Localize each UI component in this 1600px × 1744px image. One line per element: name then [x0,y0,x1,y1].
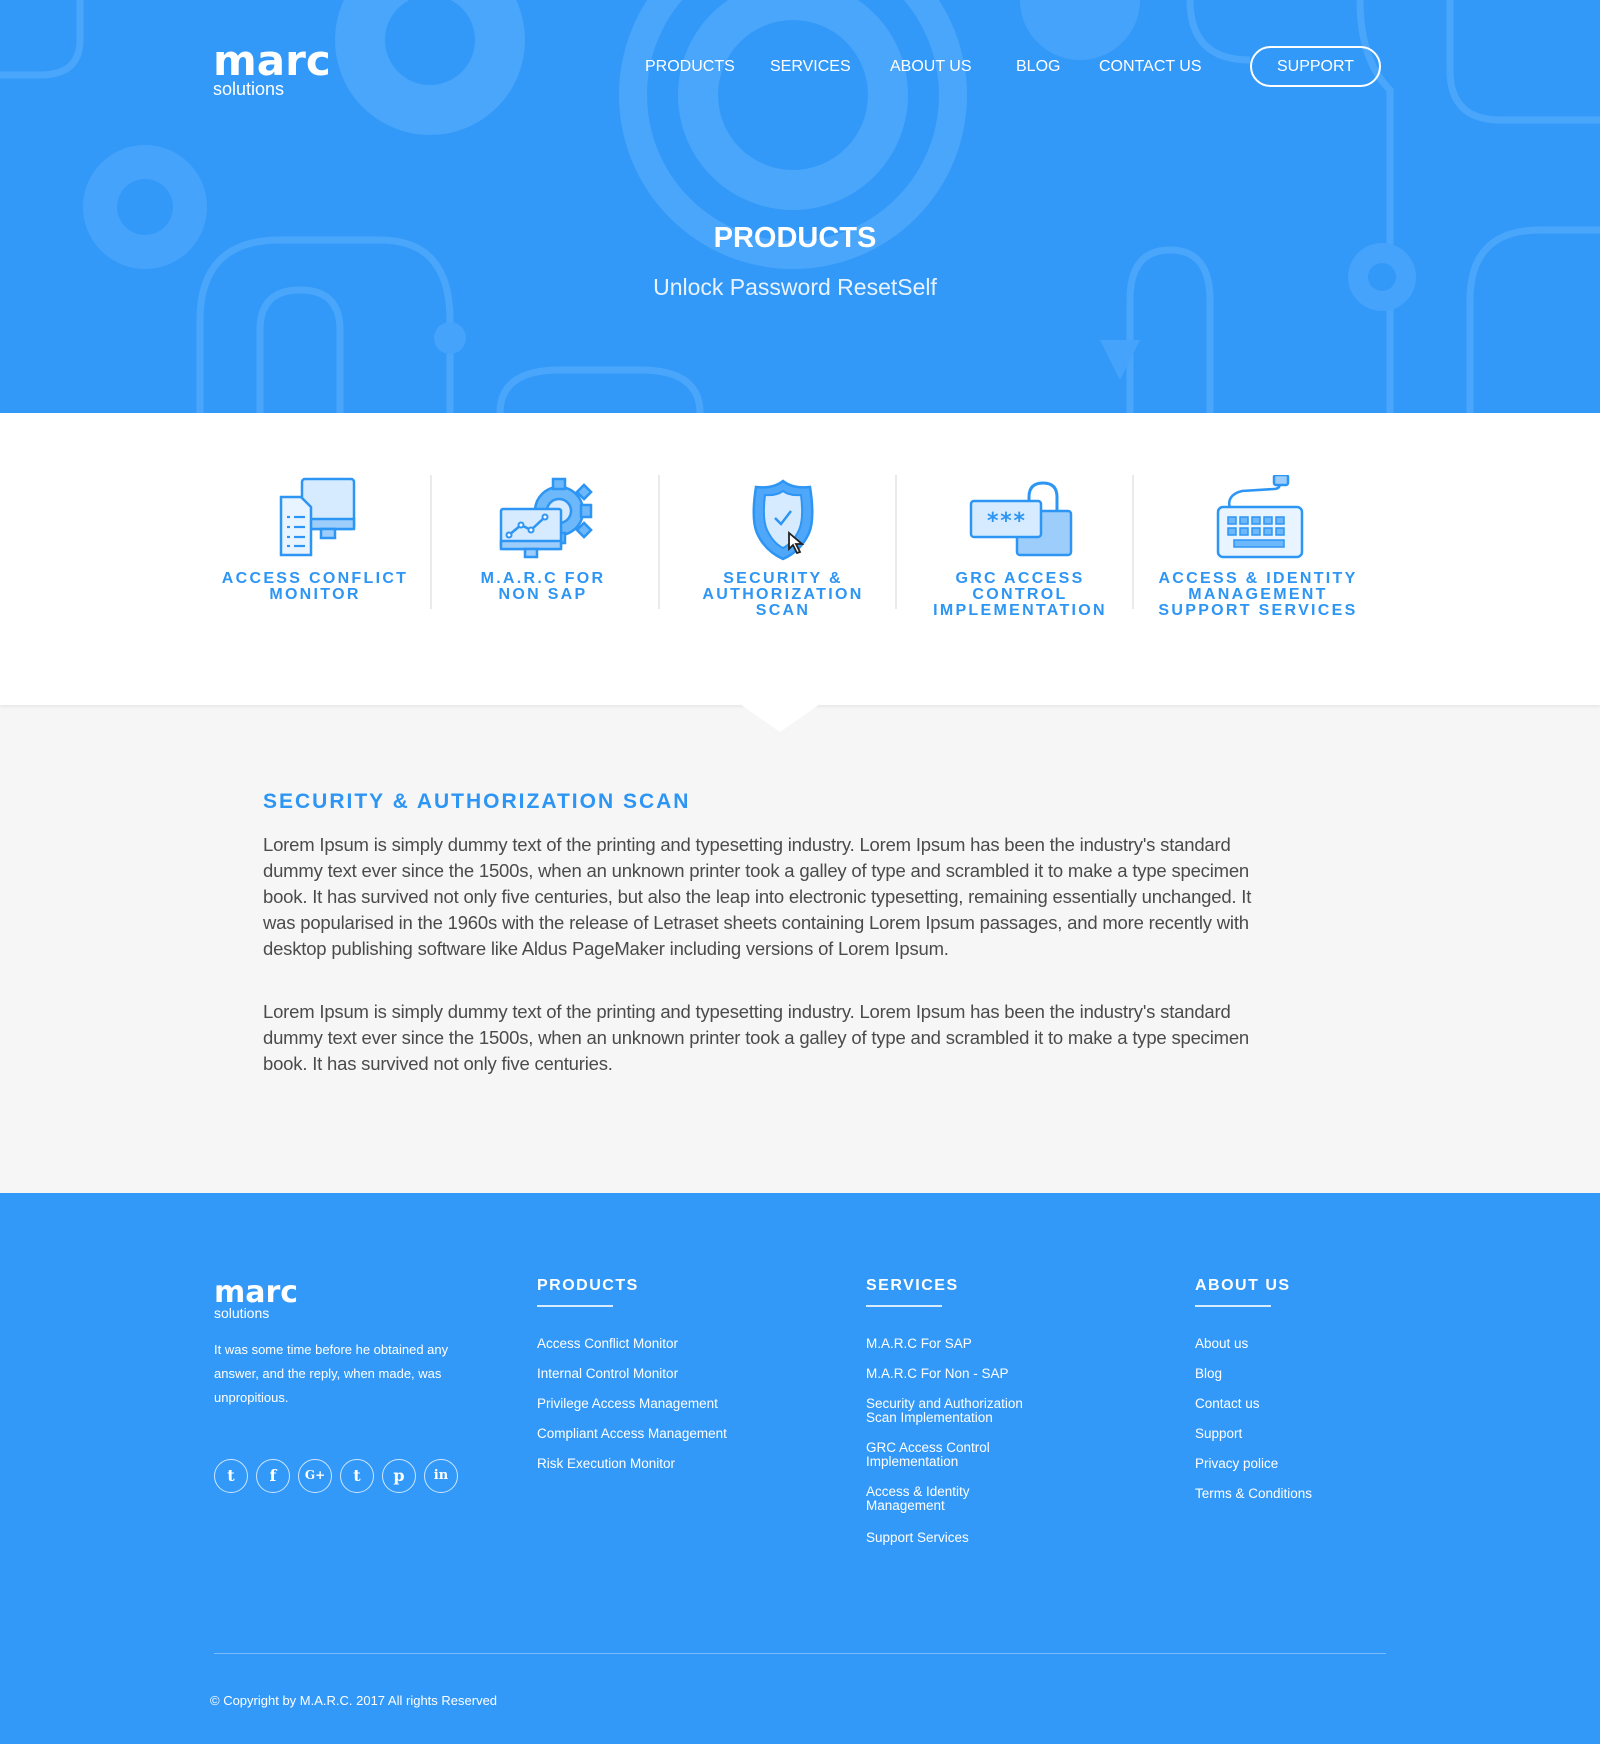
shield-check-icon [752,479,814,561]
nav-blog[interactable]: BLOG [1016,58,1060,76]
twitter-icon[interactable]: t [214,1459,248,1493]
copyright-text: © Copyright by M.A.R.C. 2017 All rights … [210,1693,498,1708]
support-button[interactable]: SUPPORT [1250,46,1381,87]
logo-mark: marc [214,1275,299,1310]
product-security-authorization-scan[interactable]: SECURITY & AUTHORIZATION SCAN [683,475,883,619]
footer-products-column: PRODUCTS Access Conflict Monitor Interna… [537,1277,727,1471]
product-label-line: GRC ACCESS [955,570,1085,587]
product-label-line: MONITOR [269,586,361,603]
product-label-line: M.A.R.C FOR [480,570,606,587]
footer-link[interactable]: Contact us [1195,1397,1395,1411]
password-lock-icon: *** [969,481,1073,557]
footer-link[interactable]: Terms & Conditions [1195,1487,1395,1501]
title-underline [537,1305,613,1307]
footer-services-column: SERVICES M.A.R.C For SAP M.A.R.C For Non… [866,1277,1023,1545]
footer-link[interactable]: Compliant Access Management [537,1427,737,1441]
hero-banner: marc solutions PRODUCTS SERVICES ABOUT U… [0,0,1600,413]
product-label-line: CONTROL [972,586,1068,603]
product-divider [430,475,432,609]
footer-link[interactable]: Support [1195,1427,1395,1441]
product-marc-for-non-sap[interactable]: M.A.R.C FOR NON SAP [443,475,643,603]
footer-logo[interactable]: marc solutions [214,1275,299,1321]
tumblr-icon[interactable]: t [340,1459,374,1493]
product-label-line: SUPPORT SERVICES [1158,602,1358,619]
gear-chart-monitor-icon [499,477,593,559]
footer-link[interactable]: Privacy police [1195,1457,1395,1471]
pinterest-icon[interactable]: p [382,1459,416,1493]
product-label-line: AUTHORIZATION [702,586,864,603]
product-label-line: MANAGEMENT [1188,586,1328,603]
nav-products[interactable]: PRODUCTS [645,58,735,76]
footer-column-title: SERVICES [866,1277,959,1294]
footer-link[interactable]: Blog [1195,1367,1395,1381]
title-underline [1195,1305,1271,1307]
footer-about-column: ABOUT US About us Blog Contact us Suppor… [1195,1277,1312,1501]
product-label-line: NON SAP [498,586,588,603]
footer-link[interactable]: Access Conflict Monitor [537,1337,737,1351]
footer-link[interactable]: M.A.R.C For SAP [866,1337,1066,1351]
footer-link[interactable]: Security and Authorization Scan Implemen… [866,1397,1041,1425]
footer-column-title: ABOUT US [1195,1277,1291,1294]
nav-services[interactable]: SERVICES [770,58,851,76]
footer-divider [214,1653,1386,1654]
document-monitor-icon [279,477,356,557]
product-divider [1132,475,1134,609]
footer-link[interactable]: M.A.R.C For Non - SAP [866,1367,1066,1381]
google-plus-icon[interactable]: G+ [298,1459,332,1493]
section-heading: SECURITY & AUTHORIZATION SCAN [263,790,691,813]
facebook-icon[interactable]: f [256,1459,290,1493]
products-strip: ACCESS CONFLICT MONITOR M.A.R.C FOR NON … [0,413,1600,705]
linkedin-icon[interactable]: in [424,1459,458,1493]
product-divider [895,475,897,609]
product-label-line: SECURITY & [723,570,843,587]
footer-link[interactable]: Support Services [866,1531,1066,1545]
nav-about-us[interactable]: ABOUT US [890,58,972,76]
footer-link[interactable]: Privilege Access Management [537,1397,737,1411]
title-underline [866,1305,942,1307]
footer-link[interactable]: Risk Execution Monitor [537,1457,737,1471]
footer-column-title: PRODUCTS [537,1277,639,1294]
keyboard-icon [1216,475,1304,559]
product-label-line: IMPLEMENTATION [933,602,1107,619]
footer-link[interactable]: Access & Identity Management [866,1485,986,1513]
selected-product-pointer [740,704,820,732]
product-label-line: SCAN [755,602,811,619]
description-paragraph: Lorem Ipsum is simply dummy text of the … [263,834,1252,959]
product-label-line: ACCESS & IDENTITY [1158,570,1358,587]
footer-link[interactable]: GRC Access Control Implementation [866,1441,1006,1469]
page-title: PRODUCTS [713,222,877,254]
footer-link[interactable]: Internal Control Monitor [537,1367,737,1381]
product-label-line: ACCESS CONFLICT [221,570,409,587]
page-subtitle: Unlock Password ResetSelf [653,274,937,300]
footer-link[interactable]: About us [1195,1337,1395,1351]
product-description: SECURITY & AUTHORIZATION SCAN Lorem Ipsu… [263,790,1263,1077]
footer-description: It was some time before he obtained any … [214,1342,449,1405]
svg-text:***: *** [986,509,1026,534]
site-footer: marc solutions It was some time before h… [0,1193,1600,1744]
nav-contact-us[interactable]: CONTACT US [1099,58,1202,76]
description-paragraph: Lorem Ipsum is simply dummy text of the … [263,1001,1250,1074]
product-access-conflict-monitor[interactable]: ACCESS CONFLICT MONITOR [215,475,415,603]
product-grc-access-control[interactable]: *** GRC ACCESS CONTROL IMPLEMENTATION [920,475,1120,619]
product-access-identity-management[interactable]: ACCESS & IDENTITY MANAGEMENT SUPPORT SER… [1158,475,1358,619]
product-divider [658,475,660,609]
